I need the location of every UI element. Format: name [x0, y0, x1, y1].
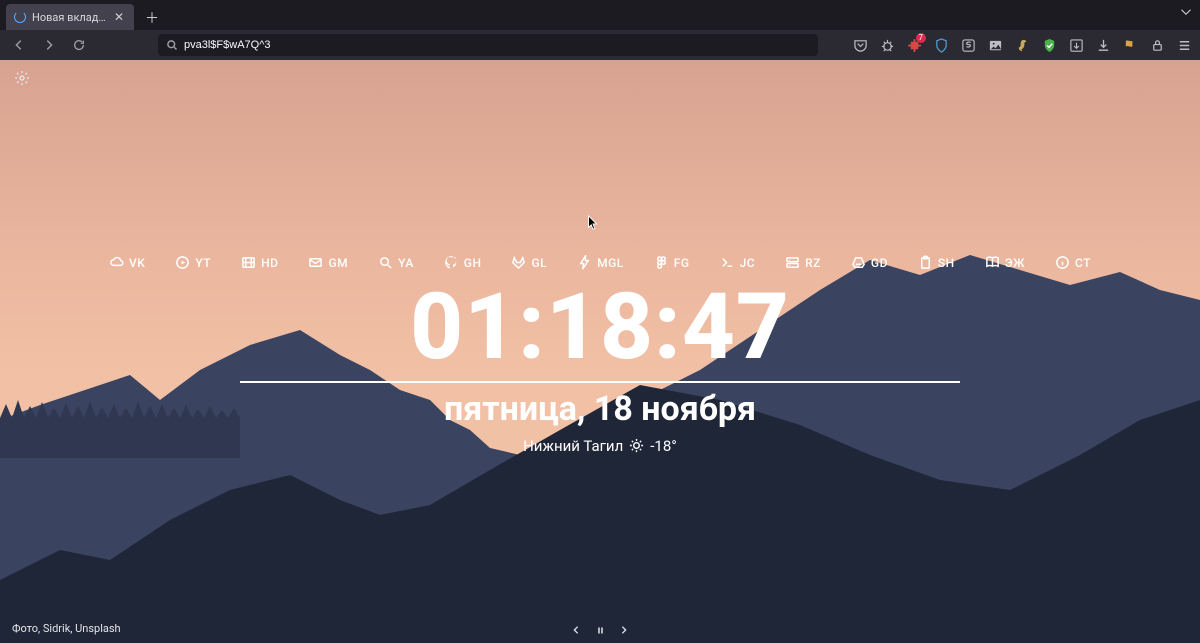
weather-temp: -18° — [650, 437, 677, 455]
new-tab-button[interactable]: ＋ — [140, 6, 164, 30]
forward-button[interactable] — [38, 34, 60, 56]
close-tab-icon[interactable]: ✕ — [112, 10, 126, 24]
drive-icon — [851, 255, 866, 270]
shortcut-sh[interactable]: SH — [918, 255, 955, 270]
url-input[interactable] — [184, 39, 810, 51]
tab-strip: Новая вкладка ✕ ＋ — [0, 0, 1200, 30]
clock-date: пятница, 18 ноября — [444, 389, 756, 429]
extension-picture-icon[interactable] — [987, 37, 1003, 53]
shortcut-label: YT — [195, 256, 211, 270]
shortcut-vk[interactable]: VK — [109, 255, 145, 270]
shortcut-gl[interactable]: GL — [511, 255, 547, 270]
github-icon — [444, 255, 459, 270]
shield-browsec-icon[interactable] — [933, 37, 949, 53]
shortcut-label: VK — [129, 256, 145, 270]
lock-icon[interactable] — [1149, 37, 1165, 53]
shortcut-row: VK YT HD GM YA GH GL MGL FG JC RZ GD SH … — [0, 255, 1200, 270]
shortcut-label: FG — [674, 256, 690, 270]
shortcut-label: YA — [398, 256, 414, 270]
shortcut-rz[interactable]: RZ — [785, 255, 821, 270]
weather-city: Нижний Тагил — [523, 437, 623, 455]
extension-flag-icon[interactable] — [1122, 37, 1138, 53]
prev-wallpaper-button[interactable] — [569, 623, 583, 637]
shortcut-yt[interactable]: YT — [175, 255, 211, 270]
settings-gear-icon[interactable] — [14, 70, 32, 88]
pause-wallpaper-button[interactable] — [593, 623, 607, 637]
shortcut-gm[interactable]: GM — [308, 255, 348, 270]
shortcut-ct[interactable]: CT — [1055, 255, 1091, 270]
tab-loading-spinner-icon — [14, 11, 26, 23]
play-icon — [175, 255, 190, 270]
bolt-icon — [577, 255, 592, 270]
weather-widget[interactable]: Нижний Тагил -18° — [523, 437, 677, 455]
new-tab-page: VK YT HD GM YA GH GL MGL FG JC RZ GD SH … — [0, 60, 1200, 643]
pocket-icon[interactable] — [852, 37, 868, 53]
shortcut-label: ЭЖ — [1005, 256, 1025, 270]
shortcut-ya[interactable]: YA — [378, 255, 414, 270]
shortcut-label: CT — [1075, 256, 1091, 270]
adguard-shield-icon[interactable] — [1041, 37, 1057, 53]
shortcut-gh[interactable]: GH — [444, 255, 482, 270]
app-menu-button[interactable] — [1176, 37, 1192, 53]
book-icon — [985, 255, 1000, 270]
shortcut-label: JC — [740, 256, 756, 270]
photo-attribution[interactable]: Фото, Sidrik, Unsplash — [12, 622, 121, 635]
tab-title: Новая вкладка — [32, 11, 106, 24]
film-icon — [241, 255, 256, 270]
browser-tab[interactable]: Новая вкладка ✕ — [6, 4, 134, 30]
extension-badge: 7 — [916, 33, 927, 43]
shortcut-jc[interactable]: JC — [720, 255, 756, 270]
shortcut-fg[interactable]: FG — [654, 255, 690, 270]
back-button[interactable] — [8, 34, 30, 56]
clock-time: 01:18:47 — [410, 280, 790, 377]
shortcut-label: MGL — [597, 256, 624, 270]
clock-divider — [240, 381, 960, 383]
shortcut-label: GH — [464, 256, 482, 270]
mail-icon — [308, 255, 323, 270]
extension-puzzle-icon[interactable]: 7 — [906, 37, 922, 53]
tabs-dropdown-icon[interactable] — [1180, 6, 1192, 21]
terminal-icon — [720, 255, 735, 270]
clock-widget: 01:18:47 пятница, 18 ноября Нижний Тагил… — [0, 280, 1200, 455]
cloud-icon — [109, 255, 124, 270]
shortcut-label: HD — [261, 256, 278, 270]
shortcut-label: GM — [328, 256, 348, 270]
save-page-icon[interactable] — [1068, 37, 1084, 53]
shortcut-gd[interactable]: GD — [851, 255, 888, 270]
info-icon — [1055, 255, 1070, 270]
shortcut-label: RZ — [805, 256, 821, 270]
wallpaper-controls — [569, 623, 631, 637]
next-wallpaper-button[interactable] — [617, 623, 631, 637]
mouse-cursor-icon — [587, 215, 599, 231]
url-bar[interactable] — [158, 34, 818, 56]
shortcut-mgl[interactable]: MGL — [577, 255, 624, 270]
toolbar-extensions: 7 — [852, 37, 1192, 53]
shortcut-label: GL — [531, 256, 547, 270]
shortcut-ezh[interactable]: ЭЖ — [985, 255, 1025, 270]
figma-icon — [654, 255, 669, 270]
server-icon — [785, 255, 800, 270]
extension-seahorse-icon[interactable] — [1014, 37, 1030, 53]
shortcut-label: SH — [938, 256, 955, 270]
search-icon — [378, 255, 393, 270]
reload-button[interactable] — [68, 34, 90, 56]
extension-bug-icon[interactable] — [879, 37, 895, 53]
clipboard-icon — [918, 255, 933, 270]
search-icon — [166, 39, 178, 51]
shortcut-label: GD — [871, 256, 888, 270]
stylus-s-icon[interactable] — [960, 37, 976, 53]
downloads-icon[interactable] — [1095, 37, 1111, 53]
gitlab-icon — [511, 255, 526, 270]
shortcut-hd[interactable]: HD — [241, 255, 278, 270]
navigation-toolbar: 7 — [0, 30, 1200, 60]
sun-icon — [629, 438, 644, 453]
